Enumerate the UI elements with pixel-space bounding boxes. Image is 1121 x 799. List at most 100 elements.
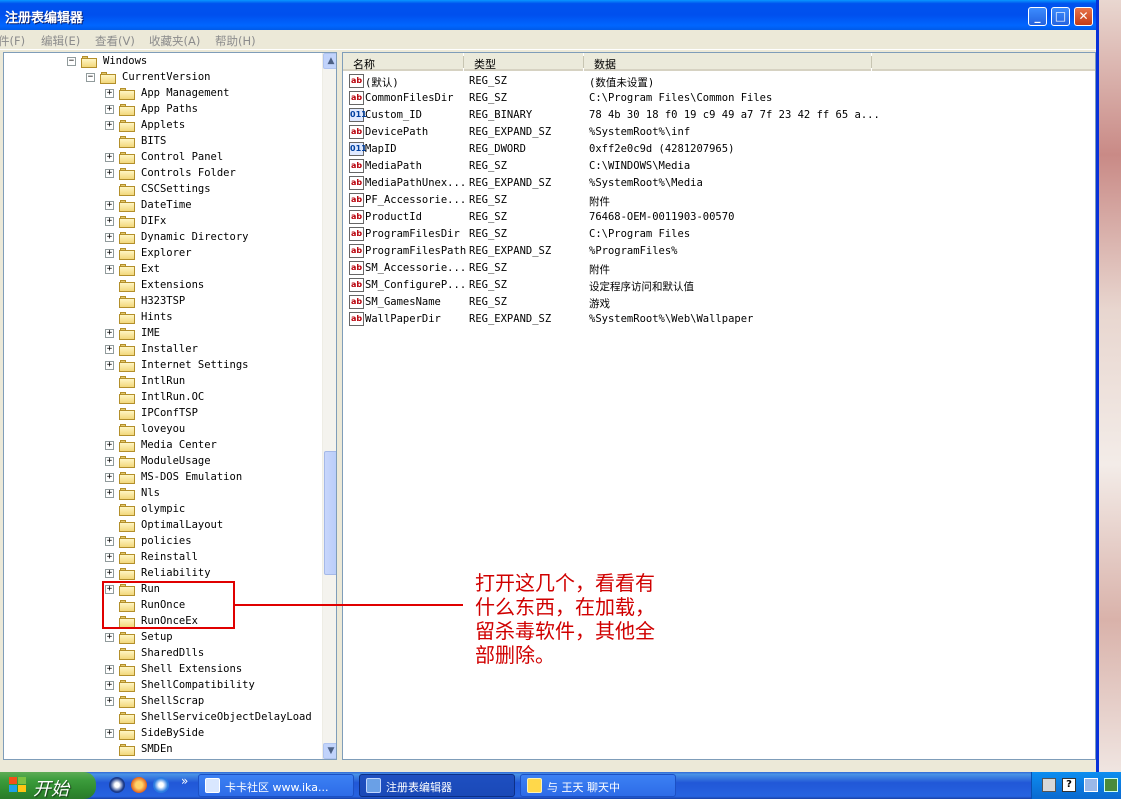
expand-icon[interactable]: + [105, 153, 114, 162]
tree-item-label: Applets [141, 119, 186, 131]
start-label: 开始 [33, 779, 69, 799]
value-row[interactable]: ab ProgramFilesDir REG_SZ C:\Program Files [343, 226, 1095, 243]
column-header-data[interactable]: 数据 [584, 53, 871, 71]
quick-launch-more[interactable]: » [181, 774, 188, 788]
chat-icon [527, 778, 542, 793]
key-tree-pane[interactable]: − Windows − CurrentVersion + App Management + A… [3, 52, 337, 760]
keyboard-icon[interactable] [1042, 778, 1056, 792]
expand-icon[interactable]: + [105, 681, 114, 690]
expand-icon[interactable]: + [105, 697, 114, 706]
expand-icon[interactable]: + [105, 457, 114, 466]
collapse-icon[interactable]: − [86, 73, 95, 82]
tree-item-label: Installer [141, 343, 198, 355]
expand-icon[interactable]: + [105, 217, 114, 226]
tree-item-label: Shell Extensions [141, 663, 243, 675]
expand-icon[interactable]: + [105, 361, 114, 370]
expand-icon[interactable]: + [105, 89, 114, 98]
folder-icon [119, 504, 135, 516]
expand-icon[interactable]: + [105, 537, 114, 546]
value-row[interactable]: ab MediaPathUnex... REG_EXPAND_SZ %SystemRo… [343, 175, 1095, 192]
value-row[interactable]: ab SM_ConfigureP... REG_SZ 设定程序访问和默认值 [343, 277, 1095, 294]
tree-item-label: H323TSP [141, 295, 186, 307]
folder-icon [119, 488, 135, 500]
value-row[interactable]: 011 MapID REG_DWORD 0xff2e0c9d (4281207965) [343, 141, 1095, 158]
value-row[interactable]: ab DevicePath REG_EXPAND_SZ %SystemRoot%\in… [343, 124, 1095, 141]
expand-icon[interactable]: + [105, 121, 114, 130]
security-icon[interactable] [1104, 778, 1118, 792]
value-data: %SystemRoot%\Web\Wallpaper [589, 313, 754, 325]
expand-icon[interactable]: + [105, 553, 114, 562]
menu-edit[interactable]: 编辑(E) [41, 33, 80, 49]
expand-icon[interactable]: + [105, 441, 114, 450]
value-row[interactable]: ab PF_Accessorie... REG_SZ 附件 [343, 192, 1095, 209]
menu-help[interactable]: 帮助(H) [215, 33, 256, 49]
scroll-down-button[interactable]: ▼ [323, 743, 336, 759]
value-data: C:\Program Files [589, 228, 691, 240]
value-data: 78 4b 30 18 f0 19 c9 49 a7 7f 23 42 ff 6… [589, 109, 880, 121]
folder-icon [119, 648, 135, 660]
expand-icon[interactable]: + [105, 473, 114, 482]
folder-icon [119, 88, 135, 100]
value-data: 附件 [589, 264, 610, 276]
menu-favorites[interactable]: 收藏夹(A) [149, 33, 200, 49]
value-row[interactable]: ab ProductId REG_SZ 76468-OEM-0011903-00570 [343, 209, 1095, 226]
folder-icon [119, 408, 135, 420]
expand-icon[interactable]: + [105, 729, 114, 738]
value-row[interactable]: ab ProgramFilesPath REG_EXPAND_SZ %ProgramF… [343, 243, 1095, 260]
regedit-icon [366, 778, 381, 793]
help-icon[interactable]: ? [1062, 778, 1076, 792]
tree-item-label: Reliability [141, 567, 211, 579]
folder-icon [119, 568, 135, 580]
expand-icon[interactable]: + [105, 665, 114, 674]
folder-icon [119, 424, 135, 436]
expand-icon[interactable]: + [105, 169, 114, 178]
expand-icon[interactable]: + [105, 345, 114, 354]
taskbar-button-browser[interactable]: 卡卡社区 www.ika... [198, 774, 354, 797]
media-player-icon[interactable] [109, 777, 125, 793]
tree-scrollbar[interactable]: ▲ ▼ [322, 53, 336, 759]
expand-icon[interactable]: + [105, 569, 114, 578]
value-row[interactable]: ab MediaPath REG_SZ C:\WINDOWS\Media [343, 158, 1095, 175]
column-header-type[interactable]: 类型 [464, 53, 583, 71]
tree-item-label: policies [141, 535, 192, 547]
tree-item-label: Control Panel [141, 151, 224, 163]
value-row[interactable]: ab CommonFilesDir REG_SZ C:\Program Files\C… [343, 90, 1095, 107]
title-bar[interactable]: 注册表编辑器 _ □ ✕ [0, 0, 1096, 30]
messenger-icon[interactable] [131, 777, 147, 793]
menu-view[interactable]: 查看(V) [95, 33, 135, 49]
scroll-thumb[interactable] [324, 451, 336, 575]
expand-icon[interactable]: + [105, 233, 114, 242]
internet-explorer-icon[interactable] [153, 777, 169, 793]
value-row[interactable]: ab (默认) REG_SZ (数值未设置) [343, 73, 1095, 90]
close-button[interactable]: ✕ [1074, 7, 1093, 26]
taskbar-button-chat[interactable]: 与 王天 聊天中 [520, 774, 676, 797]
value-row[interactable]: ab SM_GamesName REG_SZ 游戏 [343, 294, 1095, 311]
maximize-button[interactable]: □ [1051, 7, 1070, 26]
expand-icon[interactable]: + [105, 201, 114, 210]
network-icon[interactable] [1084, 778, 1098, 792]
expand-icon[interactable]: + [105, 633, 114, 642]
folder-icon [119, 168, 135, 180]
expand-icon[interactable]: + [105, 329, 114, 338]
taskbar-button-regedit[interactable]: 注册表编辑器 [359, 774, 515, 797]
expand-icon[interactable]: + [105, 489, 114, 498]
collapse-icon[interactable]: − [67, 57, 76, 66]
folder-icon [119, 152, 135, 164]
value-list-pane[interactable]: 名称 类型 数据 ab (默认) REG_SZ (数值未设置) ab CommonFile… [342, 52, 1096, 760]
value-row[interactable]: ab WallPaperDir REG_EXPAND_SZ %SystemRoot%\… [343, 311, 1095, 328]
tree-item-label: Explorer [141, 247, 192, 259]
value-row[interactable]: 011 Custom_ID REG_BINARY 78 4b 30 18 f0 19 … [343, 107, 1095, 124]
start-button[interactable]: 开始 [0, 772, 96, 799]
expand-icon[interactable]: + [105, 265, 114, 274]
value-row[interactable]: ab SM_Accessorie... REG_SZ 附件 [343, 260, 1095, 277]
folder-icon [119, 264, 135, 276]
value-data: (数值未设置) [589, 77, 655, 89]
column-header-empty [872, 53, 1095, 71]
column-header-name[interactable]: 名称 [343, 53, 463, 71]
string-value-icon: ab [349, 74, 364, 88]
expand-icon[interactable]: + [105, 105, 114, 114]
scroll-up-button[interactable]: ▲ [323, 53, 336, 69]
minimize-button[interactable]: _ [1028, 7, 1047, 26]
menu-file[interactable]: 件(F) [0, 33, 25, 49]
expand-icon[interactable]: + [105, 249, 114, 258]
